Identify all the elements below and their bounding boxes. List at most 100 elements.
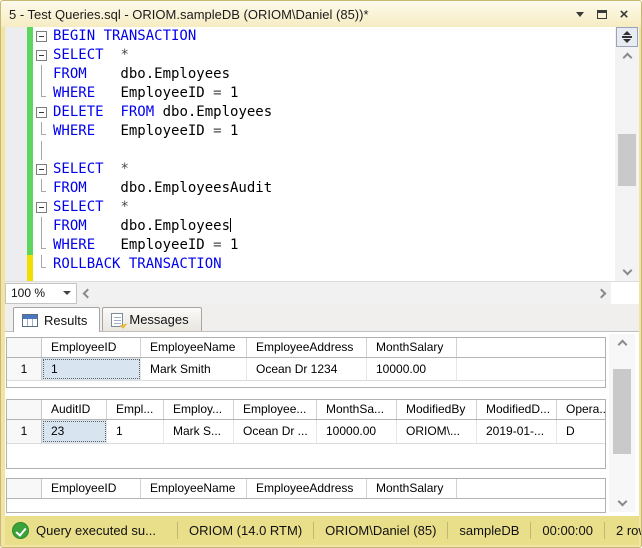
chevron-down-icon [617, 497, 627, 507]
code-line[interactable]: WHERE EmployeeID = 1 [5, 236, 639, 255]
outline-collapse-icon[interactable] [36, 50, 47, 61]
code-line[interactable] [5, 141, 639, 160]
table-cell[interactable]: Mark S... [164, 420, 234, 443]
table-cell[interactable]: Ocean Dr 1234 [247, 358, 367, 380]
chevron-down-icon [63, 291, 71, 295]
results-vertical-scrollbar[interactable] [609, 334, 635, 512]
code-line[interactable]: SELECT * [5, 160, 639, 179]
tab-messages[interactable]: Messages [102, 307, 201, 331]
code-line[interactable]: WHERE EmployeeID = 1 [5, 122, 639, 141]
status-database: sampleDB [447, 522, 530, 539]
column-header[interactable]: Empl... [107, 400, 164, 419]
scroll-down-button[interactable] [615, 264, 639, 281]
table-cell-selected[interactable]: 1 [42, 358, 141, 380]
text-cursor [230, 218, 231, 232]
window-title: 5 - Test Queries.sql - ORIOM.sampleDB (O… [9, 7, 569, 22]
column-header[interactable]: EmployeeID [42, 479, 141, 498]
outline-line [41, 65, 42, 84]
outline-collapse-icon[interactable] [36, 202, 47, 213]
outline-collapse-icon[interactable] [36, 107, 47, 118]
column-header[interactable]: Opera... [557, 400, 605, 419]
column-header[interactable]: MonthSalary [367, 479, 457, 498]
status-user: ORIOM\Daniel (85) [313, 522, 447, 539]
row-header[interactable]: 1 [7, 420, 42, 443]
outline-end [41, 179, 46, 192]
scroll-thumb[interactable] [618, 134, 636, 186]
splitter-handle[interactable] [616, 27, 638, 47]
table-cell[interactable]: ORIOM\... [397, 420, 477, 443]
grid-corner-cell[interactable] [7, 479, 42, 498]
column-header[interactable]: Employ... [164, 400, 234, 419]
column-header[interactable]: EmployeeName [141, 338, 247, 357]
code-line[interactable]: ROLLBACK TRANSACTION [5, 255, 639, 274]
horizontal-scroll-track[interactable] [97, 282, 591, 305]
change-bar-unsaved [27, 274, 33, 281]
scroll-left-button[interactable] [77, 282, 97, 305]
table-cell[interactable]: Mark Smith [141, 358, 247, 380]
title-bar[interactable]: 5 - Test Queries.sql - ORIOM.sampleDB (O… [1, 1, 642, 27]
column-header[interactable]: EmployeeID [42, 338, 141, 357]
table-cell-selected[interactable]: 23 [42, 420, 107, 443]
results-tab-strip: Results Messages [5, 304, 639, 332]
tab-results[interactable]: Results [13, 307, 100, 332]
code-line[interactable]: FROM dbo.Employees [5, 217, 639, 236]
code-line[interactable]: SELECT * [5, 46, 639, 65]
column-header[interactable]: MonthSa... [317, 400, 397, 419]
column-header[interactable]: EmployeeName [141, 479, 247, 498]
code-line[interactable]: WHERE EmployeeID = 1 [5, 84, 639, 103]
scroll-right-button[interactable] [591, 282, 611, 305]
scrollbar-corner [611, 282, 639, 305]
scroll-down-button[interactable] [610, 495, 634, 512]
table-cell[interactable]: 10000.00 [367, 358, 457, 380]
column-header[interactable]: EmployeeAddress [247, 338, 367, 357]
table-cell[interactable]: 1 [107, 420, 164, 443]
scroll-thumb[interactable] [613, 369, 631, 454]
row-header[interactable]: 1 [7, 358, 42, 380]
scroll-track[interactable] [609, 351, 635, 495]
table-cell[interactable]: 2019-01-... [477, 420, 557, 443]
scroll-up-button[interactable] [615, 47, 639, 64]
column-header[interactable]: MonthSalary [367, 338, 457, 357]
results-panel: EmployeeID EmployeeName EmployeeAddress … [5, 332, 639, 516]
column-header[interactable]: ModifiedBy [397, 400, 477, 419]
split-up-icon [623, 31, 631, 35]
column-header[interactable]: ModifiedD... [477, 400, 557, 419]
code-line[interactable]: BEGIN TRANSACTION [5, 27, 639, 46]
column-header[interactable]: AuditID [42, 400, 107, 419]
grid-corner-cell[interactable] [7, 338, 42, 357]
zoom-level: 100 % [11, 286, 63, 300]
chevron-right-icon [596, 288, 606, 298]
grid-header-row: AuditID Empl... Employ... Employee... Mo… [7, 400, 605, 420]
table-cell[interactable]: Ocean Dr ... [234, 420, 317, 443]
code-line[interactable]: SELECT * [5, 198, 639, 217]
chevron-up-icon [617, 340, 627, 350]
code-line[interactable]: FROM dbo.EmployeesAudit [5, 179, 639, 198]
outline-collapse-icon[interactable] [36, 31, 47, 42]
outline-end [41, 84, 46, 97]
results-grid-employees-2: EmployeeID EmployeeName EmployeeAddress … [6, 478, 606, 513]
editor-gutter [5, 27, 27, 46]
tab-messages-label: Messages [129, 312, 188, 327]
scroll-track[interactable] [615, 64, 639, 264]
maximize-button[interactable] [591, 5, 613, 23]
chevron-down-icon [576, 12, 584, 17]
table-cell[interactable]: 10000.00 [317, 420, 397, 443]
zoom-dropdown[interactable]: 100 % [5, 283, 77, 304]
editor-vertical-scrollbar[interactable] [615, 27, 639, 281]
grid-header-row: EmployeeID EmployeeName EmployeeAddress … [7, 338, 605, 358]
tab-results-label: Results [44, 313, 87, 328]
grid-corner-cell[interactable] [7, 400, 42, 419]
column-header[interactable]: EmployeeAddress [247, 479, 367, 498]
sql-editor[interactable]: BEGIN TRANSACTION SELECT * FROM dbo.Empl… [5, 27, 639, 281]
outline-collapse-icon[interactable] [36, 164, 47, 175]
table-cell[interactable]: D [557, 420, 605, 443]
code-line[interactable]: FROM dbo.Employees [5, 65, 639, 84]
table-row: 1 23 1 Mark S... Ocean Dr ... 10000.00 O… [7, 420, 605, 444]
close-button[interactable]: × [613, 5, 635, 23]
success-check-icon [12, 522, 29, 539]
scroll-up-button[interactable] [610, 334, 634, 351]
column-header[interactable]: Employee... [234, 400, 317, 419]
window-menu-button[interactable] [569, 5, 591, 23]
outline-line [41, 217, 42, 236]
code-line[interactable]: DELETE FROM dbo.Employees [5, 103, 639, 122]
